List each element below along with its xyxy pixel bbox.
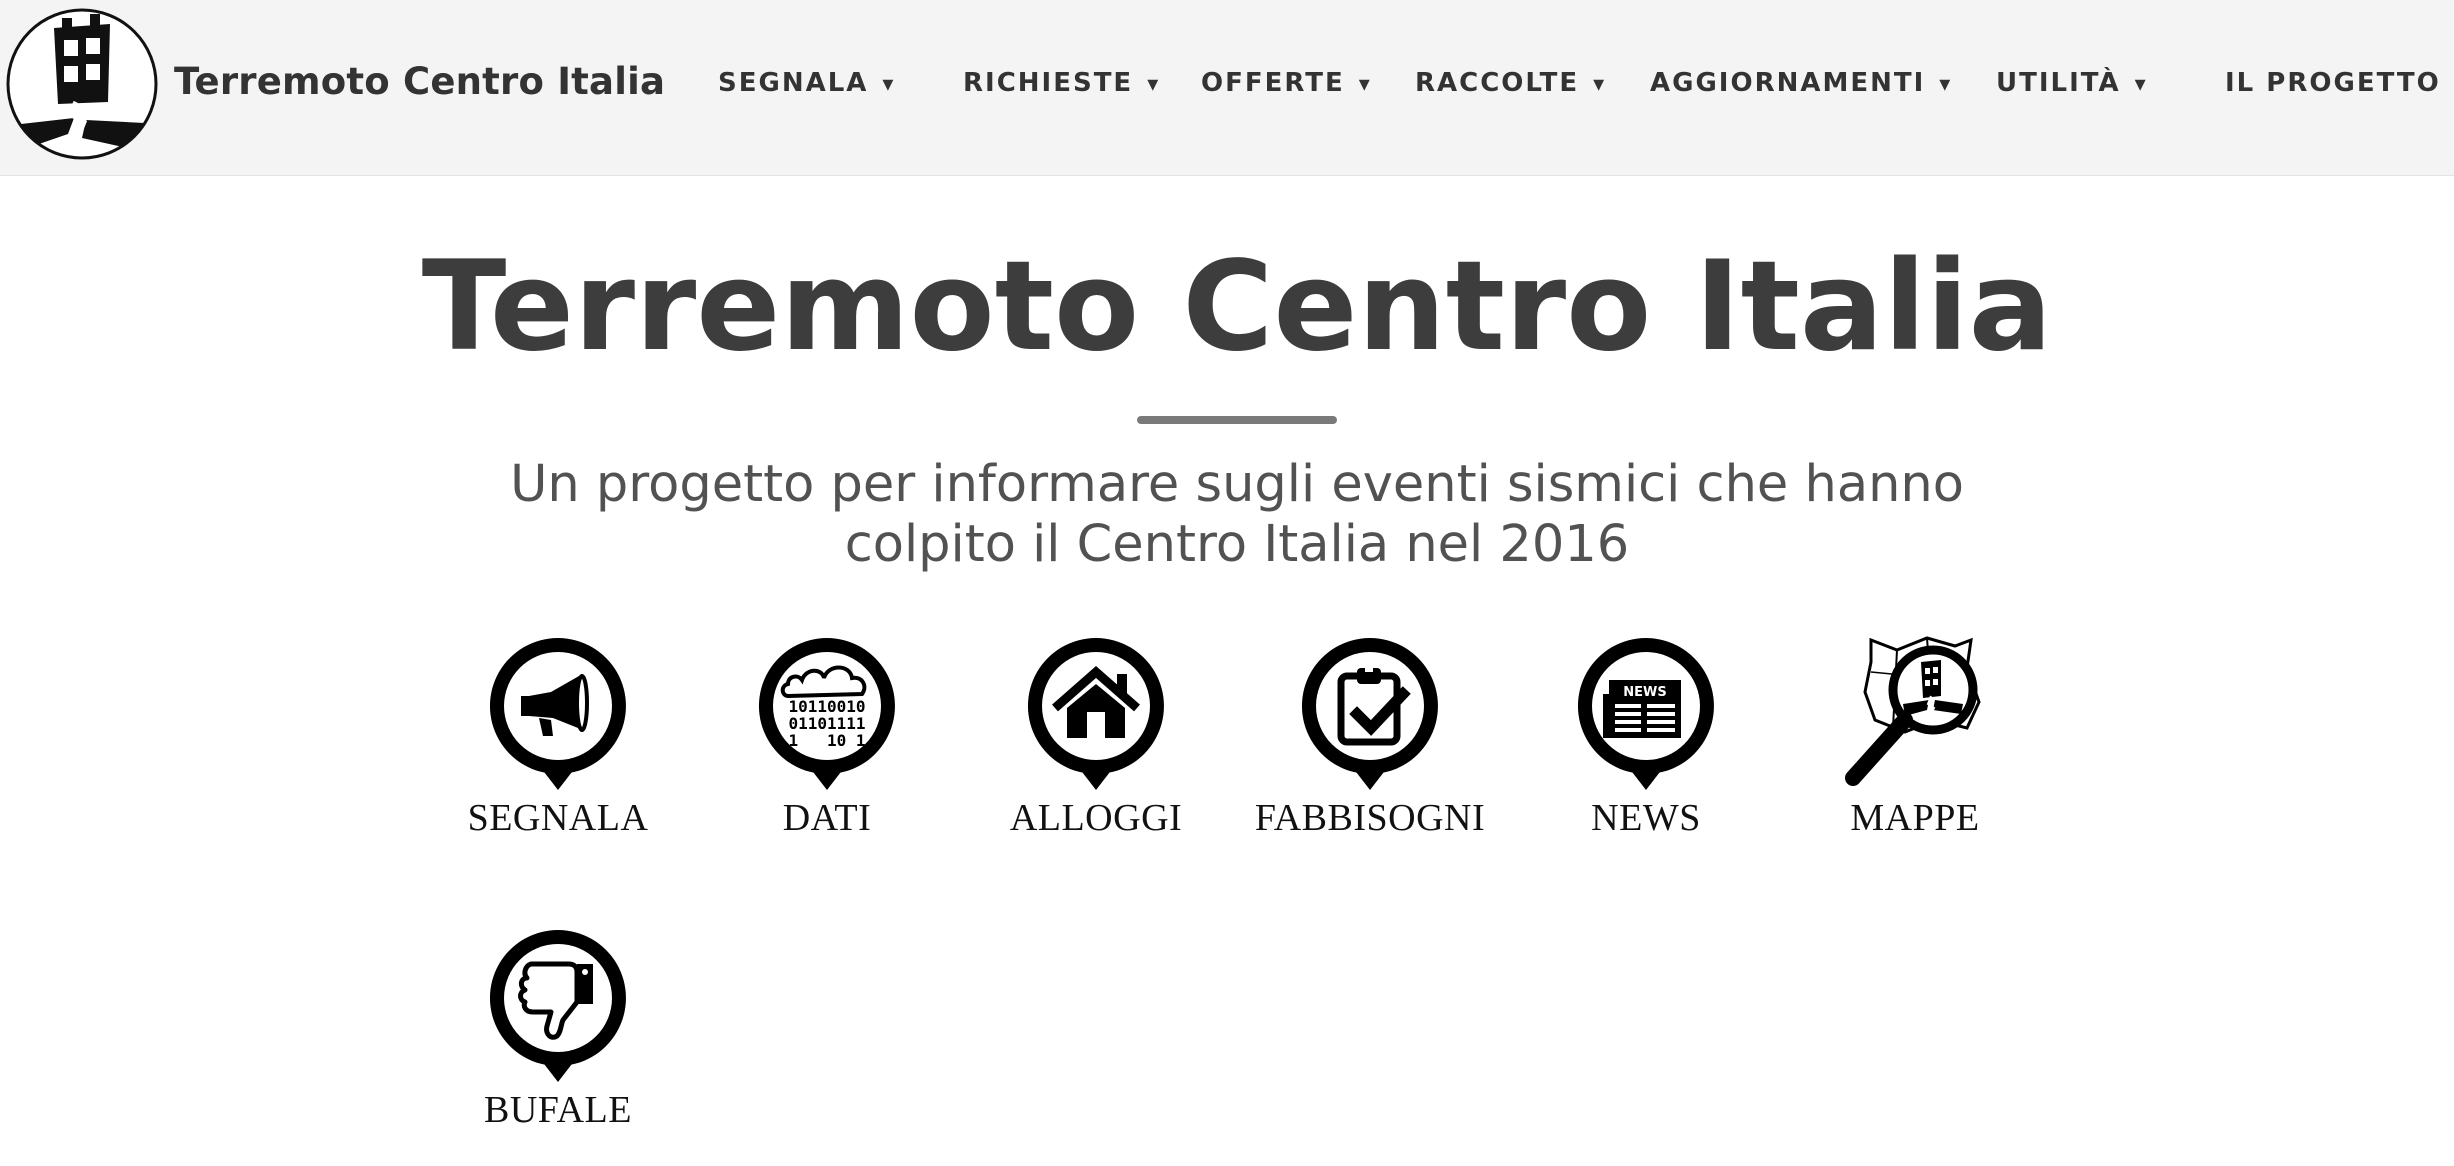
nav-item-label: IL PROGETTO [2225,68,2441,98]
page-title: Terremoto Centro Italia [421,235,2053,379]
category-mappe[interactable]: MAPPE [1795,632,2035,840]
caret-down-icon: ▾ [2134,72,2146,97]
nav-item-label: UTILITÀ [1996,68,2121,98]
main-menu: SEGNALA ▾ RICHIESTE ▾ OFFERTE ▾ RACCOLTE ▾ A… [0,0,2454,175]
category-fabbisogni[interactable]: FABBISOGNI [1250,632,1490,840]
category-alloggi[interactable]: ALLOGGI [976,632,1216,840]
nav-item-offerte[interactable]: OFFERTE ▾ [1201,68,1370,98]
megaphone-icon [489,638,626,790]
category-label: MAPPE [1850,797,1980,839]
nav-item-label: RICHIESTE [963,68,1134,98]
caret-down-icon: ▾ [1358,72,1370,97]
thumbs-down-icon [489,930,626,1082]
svg-text:NEWS: NEWS [1623,685,1666,700]
caret-down-icon: ▾ [882,72,894,97]
category-label: NEWS [1591,797,1701,839]
caret-down-icon: ▾ [1593,72,1605,97]
category-label: FABBISOGNI [1254,797,1486,839]
nav-item-label: OFFERTE [1201,68,1345,98]
nav-item-aggiornamenti[interactable]: AGGIORNAMENTI ▾ [1650,68,1950,98]
clipboard-check-icon [1301,638,1438,790]
category-segnala[interactable]: SEGNALA [438,632,678,840]
category-news[interactable]: NEWS NEWS [1526,632,1766,840]
nav-item-label: AGGIORNAMENTI [1650,68,1926,98]
category-dati[interactable]: 10110010 01101111 1 10 1 DATI [707,632,947,840]
subtitle-line-1: Un progetto per informare sugli eventi s… [510,455,1964,514]
map-magnifier-icon [1845,636,1981,786]
nav-item-utilita[interactable]: UTILITÀ ▾ [1996,68,2146,98]
caret-down-icon: ▾ [1147,72,1159,97]
nav-item-label: SEGNALA [718,68,869,98]
category-bufale[interactable]: BUFALE [438,924,678,1132]
nav-item-segnala[interactable]: SEGNALA ▾ [718,68,893,98]
newspaper-icon: NEWS [1577,638,1714,790]
caret-down-icon: ▾ [1939,72,1951,97]
house-icon [1027,638,1164,790]
category-label: ALLOGGI [1009,797,1183,839]
nav-item-raccolte[interactable]: RACCOLTE ▾ [1415,68,1604,98]
nav-item-label: RACCOLTE [1415,68,1580,98]
data-cloud-icon: 10110010 01101111 1 10 1 [758,638,895,790]
category-label: BUFALE [484,1089,632,1131]
category-label: SEGNALA [467,797,649,839]
top-navbar: Terremoto Centro Italia SEGNALA ▾ RICHIES… [0,0,2454,176]
subtitle-line-2: colpito il Centro Italia nel 2016 [844,515,1630,574]
nav-item-il-progetto[interactable]: IL PROGETTO▾ [2225,68,2454,98]
page-subtitle: Un progetto per informare sugli eventi s… [327,455,2147,575]
title-divider [1137,416,1337,424]
nav-item-richieste[interactable]: RICHIESTE ▾ [963,68,1158,98]
category-label: DATI [782,797,872,839]
svg-text:1 10 1: 1 10 1 [788,731,865,750]
